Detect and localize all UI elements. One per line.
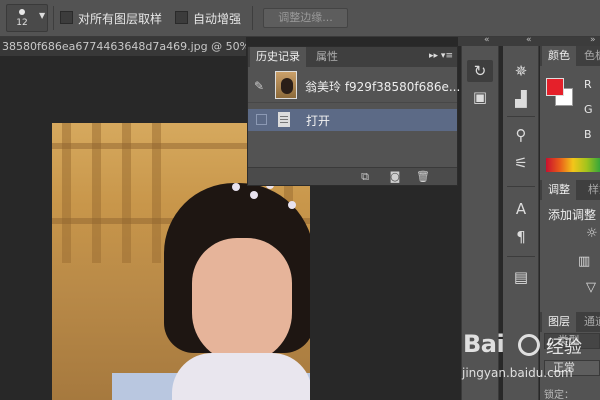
layer-filter-input[interactable]: ρ 类型 [544, 333, 600, 349]
blue-channel-label: B [584, 128, 592, 141]
history-panel-tabs: 历史记录 属性 ▸▸ ▾≡ [248, 47, 457, 67]
levels-icon[interactable]: ▥ [578, 254, 590, 269]
collapse-icon[interactable]: « [526, 35, 532, 45]
history-icon[interactable]: ↻ [467, 60, 493, 82]
document-icon [278, 112, 290, 127]
clone-source-icon[interactable]: ⚟ [508, 152, 534, 174]
tab-styles[interactable]: 样式 [582, 180, 600, 200]
adjustments-panel-tabs: 调整 样式 [540, 180, 600, 200]
navigator-icon[interactable]: ✵ [508, 60, 534, 82]
green-channel-label: G [584, 103, 593, 116]
history-brush-icon[interactable]: ✎ [254, 79, 264, 93]
panel-icon-column-2: ✵ ▟ ⚲ ⚟ A ¶ ▤ [503, 46, 539, 400]
sample-all-layers-checkbox[interactable] [60, 11, 73, 24]
brush-icon[interactable]: ⚲ [508, 124, 534, 146]
tab-history[interactable]: 历史记录 [250, 47, 306, 67]
brush-size-value: 12 [16, 18, 28, 28]
notes-icon[interactable]: ▤ [508, 266, 534, 288]
options-bar: 12 ▼ 对所有图层取样 自动增强 调整边缘... [0, 0, 600, 37]
paragraph-icon[interactable]: ¶ [508, 226, 534, 248]
camera-icon[interactable]: ◙ [388, 170, 402, 183]
tab-adjustments[interactable]: 调整 [542, 180, 576, 200]
tab-swatches[interactable]: 色板 [578, 46, 600, 66]
trash-icon[interactable]: 🗑 [416, 170, 430, 183]
histogram-icon[interactable]: ▟ [508, 88, 534, 110]
chevron-down-icon[interactable]: ▼ [39, 11, 47, 27]
red-channel-label: R [584, 78, 592, 91]
document-tab-bar: 38580f686ea6774463648d7a469.jpg @ 50%(RG… [0, 37, 246, 56]
tab-color[interactable]: 颜色 [542, 46, 576, 66]
panel-icon-column-1: ↻ ▣ [461, 46, 499, 400]
character-icon[interactable]: A [508, 198, 534, 220]
sample-all-layers-label: 对所有图层取样 [78, 12, 163, 26]
color-spectrum-ramp[interactable] [546, 158, 600, 172]
auto-enhance-label: 自动增强 [193, 12, 242, 26]
history-brush-source-checkbox[interactable] [256, 114, 267, 125]
new-document-from-state-icon[interactable]: ⧉ [358, 170, 372, 183]
brush-tip-icon [19, 9, 25, 15]
foreground-color-swatch[interactable] [546, 78, 564, 96]
refine-edge-button[interactable]: 调整边缘... [263, 8, 348, 28]
vibrance-icon[interactable]: ▽ [586, 280, 596, 295]
tab-channels[interactable]: 通道 [578, 312, 600, 332]
history-panel: 历史记录 属性 ▸▸ ▾≡ ✎ 翁美玲 f929f38580f686e... 打… [247, 46, 461, 186]
brightness-contrast-icon[interactable]: ☼ [586, 226, 598, 241]
action-icon[interactable]: ▣ [467, 86, 493, 108]
document-tab[interactable]: 38580f686ea6774463648d7a469.jpg @ 50%(RG… [0, 37, 246, 56]
brush-preset-picker[interactable]: 12 ▼ [6, 4, 48, 32]
color-panel-tabs: 颜色 色板 [540, 46, 600, 66]
divider [53, 6, 54, 30]
snapshot-thumbnail [275, 71, 297, 99]
right-panels: 颜色 色板 R G B 调整 样式 添加调整 ☼ ▥ ▽ 图层 通道 ρ 类型 … [540, 46, 600, 400]
auto-enhance-checkbox[interactable] [175, 11, 188, 24]
collapse-icon[interactable]: « [484, 35, 490, 45]
divider [252, 6, 253, 30]
tab-layers[interactable]: 图层 [542, 312, 576, 332]
panel-dock-collapse-bar[interactable]: « « » [458, 35, 600, 46]
expand-icon[interactable]: » [590, 35, 596, 45]
history-step-label: 打开 [306, 114, 331, 128]
history-snapshot-row[interactable]: ✎ 翁美玲 f929f38580f686e... [248, 67, 461, 103]
panel-menu-icon[interactable]: ▸▸ ▾≡ [429, 51, 453, 61]
history-step-row[interactable]: 打开 [248, 109, 457, 131]
snapshot-name: 翁美玲 f929f38580f686e... [305, 80, 461, 94]
history-panel-footer: ⧉ ◙ 🗑 [248, 167, 457, 185]
adjustments-title: 添加调整 [548, 208, 597, 222]
blend-mode-select[interactable]: 正常 [544, 360, 600, 376]
layers-panel-tabs: 图层 通道 [540, 312, 600, 332]
lock-label: 锁定： [544, 390, 574, 400]
tab-properties[interactable]: 属性 [310, 47, 344, 67]
